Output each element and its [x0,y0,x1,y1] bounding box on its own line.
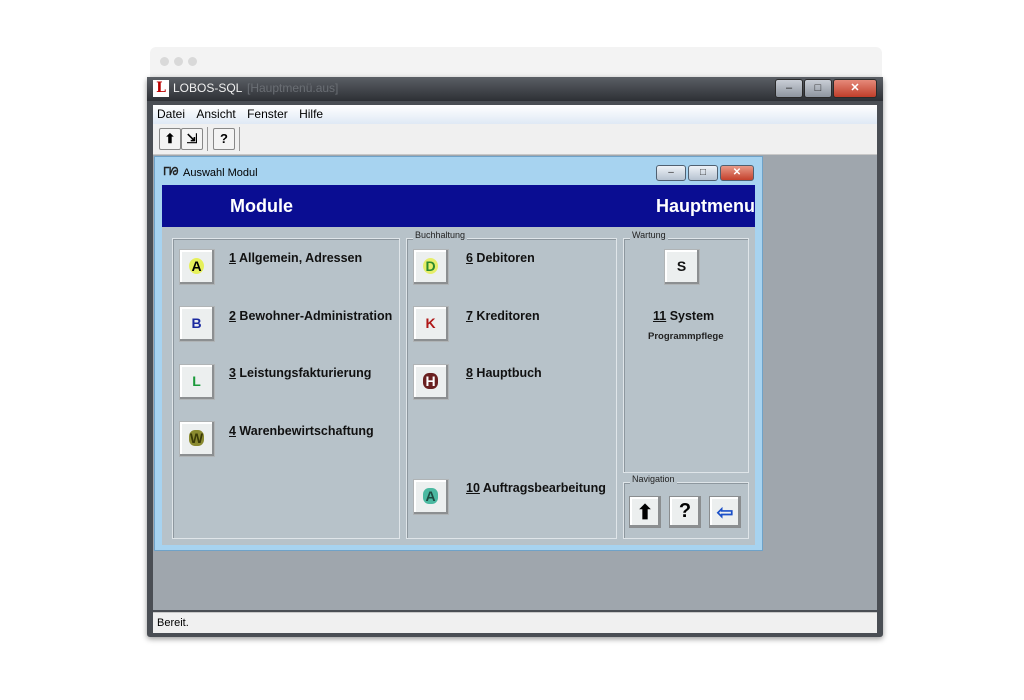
menu-fenster[interactable]: Fenster [243,105,292,121]
module-button-h[interactable]: H [413,364,449,400]
module-2-number: 2 [229,309,236,323]
accounting-group-label: Buchhaltung [413,230,468,240]
module-1-number: 1 [229,251,236,265]
module-8-text: Hauptbuch [472,366,542,380]
module-b-icon: B [191,315,202,331]
app-title: LOBOS-SQL [173,81,243,95]
exit-door-icon[interactable]: ⇲ [181,128,203,150]
module-w-icon: W [189,430,204,446]
module-a2-icon: A [423,488,438,504]
module-selection-window: ᒥᘙ Auswahl Modul – □ ✕ Module Hauptmenu … [154,156,763,551]
header-banner: Module Hauptmenu [162,185,755,227]
toolbar: ⬆ ⇲ ? [153,124,877,155]
navigation-group-label: Navigation [630,474,677,484]
up-arrow-icon[interactable]: ⬆ [159,128,181,150]
module-8-label[interactable]: 8 Hauptbuch [466,366,542,380]
module-button-s[interactable]: S [664,249,700,285]
module-10-number: 10 [466,481,480,495]
module-2-text: Bewohner-Administration [235,309,393,323]
nav-exit-button[interactable]: ⇦ [709,496,741,528]
child-maximize-button[interactable]: □ [688,165,718,181]
menu-ansicht[interactable]: Ansicht [192,105,239,121]
module-k-icon: K [425,315,436,331]
minimize-button[interactable]: – [775,79,803,98]
module-a-icon: A [189,258,204,274]
module-6-label[interactable]: 6 Debitoren [466,251,535,265]
module-window-icon: ᒥᘙ [163,166,179,178]
child-title-bar: ᒥᘙ Auswahl Modul – □ ✕ [155,157,762,185]
module-button-auftrag[interactable]: A [413,479,449,515]
module-1-label[interactable]: 1 Allgemein, Adressen [229,251,362,265]
module-11-number: 11 [653,309,667,323]
child-minimize-button[interactable]: – [656,165,686,181]
module-11-text: System [666,309,715,323]
module-s-icon: S [676,258,687,274]
module-h-icon: H [423,373,438,389]
traffic-dot [160,57,169,66]
module-d-icon: D [423,258,438,274]
close-button[interactable]: ✕ [833,79,877,98]
module-11-subtitle: Programmpflege [648,331,724,342]
module-button-l[interactable]: L [179,364,215,400]
status-text: Bereit. [157,617,189,629]
mdi-workspace: ᒥᘙ Auswahl Modul – □ ✕ Module Hauptmenu … [153,155,877,610]
module-6-text: Debitoren [472,251,535,265]
module-button-w[interactable]: W [179,421,215,457]
module-2-label[interactable]: 2 Bewohner-Administration [229,309,392,323]
module-10-label[interactable]: 10 Auftragsbearbeitung [466,481,606,495]
module-7-number: 7 [466,309,473,323]
traffic-dot [174,57,183,66]
module-3-text: Leistungsfakturierung [235,366,372,380]
help-icon: ? [678,500,692,522]
menu-bar: Datei Ansicht Fenster Hilfe [153,105,877,124]
module-l-icon: L [192,373,201,389]
module-3-label[interactable]: 3 Leistungsfakturierung [229,366,371,380]
help-icon[interactable]: ? [213,128,235,150]
menu-hilfe[interactable]: Hilfe [295,105,327,121]
nav-help-button[interactable]: ? [669,496,701,528]
child-close-button[interactable]: ✕ [720,165,754,181]
maximize-button[interactable]: □ [804,79,832,98]
module-4-text: Warenbewirtschaftung [235,424,374,438]
module-3-number: 3 [229,366,236,380]
module-10-text: Auftragsbearbeitung [479,481,606,495]
up-arrow-icon: ⬆ [636,502,654,524]
app-window: L LOBOS-SQL [Hauptmenü.aus] – □ ✕ Datei … [147,77,883,637]
banner-title: Module [230,196,293,216]
module-button-b[interactable]: B [179,306,215,342]
module-panel: Module Hauptmenu A 1 Allgemein, Adressen… [162,185,755,545]
module-button-d[interactable]: D [413,249,449,285]
menu-datei[interactable]: Datei [153,105,189,121]
maintenance-group-label: Wartung [630,230,668,240]
module-4-label[interactable]: 4 Warenbewirtschaftung [229,424,374,438]
toolbar-separator [239,127,240,151]
module-7-label[interactable]: 7 Kreditoren [466,309,540,323]
module-8-number: 8 [466,366,473,380]
module-4-number: 4 [229,424,236,438]
toolbar-separator [207,127,208,151]
title-bar: L LOBOS-SQL [Hauptmenü.aus] – □ ✕ [147,77,883,101]
nav-up-button[interactable]: ⬆ [629,496,661,528]
traffic-dot [188,57,197,66]
module-button-k[interactable]: K [413,306,449,342]
banner-subtitle: Hauptmenu [656,196,755,216]
module-11-label[interactable]: 11 System [653,309,714,323]
document-title: [Hauptmenü.aus] [247,81,339,95]
window-frame-top [150,47,882,77]
status-bar: Bereit. [153,612,877,633]
module-6-number: 6 [466,251,473,265]
app-logo-icon: L [153,80,169,97]
module-button-a[interactable]: A [179,249,215,285]
module-1-text: Allgemein, Adressen [235,251,363,265]
child-window-title: Auswahl Modul [183,167,258,179]
exit-door-icon: ⇦ [716,502,734,524]
module-7-text: Kreditoren [472,309,540,323]
